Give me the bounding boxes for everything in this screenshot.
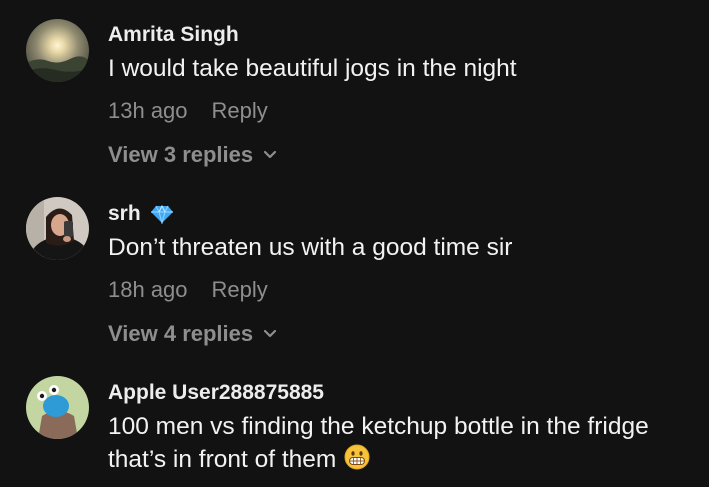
diamond-icon (150, 204, 174, 224)
comment-text: 100 men vs finding the ketchup bottle in… (108, 410, 701, 476)
chevron-down-icon[interactable] (263, 150, 277, 160)
comments-panel: { "comments": [ { "username": "Amrita Si… (0, 0, 709, 487)
view-replies-label[interactable]: View 3 replies (108, 142, 253, 168)
username[interactable]: srh (108, 201, 701, 227)
chevron-down-icon[interactable] (263, 329, 277, 339)
username-label[interactable]: Apple User288875885 (108, 380, 324, 406)
view-replies-button[interactable]: View 4 replies (108, 321, 701, 347)
avatar[interactable] (26, 19, 89, 82)
avatar[interactable] (26, 376, 89, 439)
comment-text: I would take beautiful jogs in the night (108, 55, 517, 82)
username-label[interactable]: srh (108, 201, 141, 227)
reply-button[interactable]: Reply (212, 98, 268, 123)
reply-button[interactable]: Reply (212, 277, 268, 302)
grinning-face-emoji-icon (344, 444, 370, 470)
selfie-photo-avatar (26, 197, 89, 260)
sunset-landscape-avatar (26, 19, 89, 82)
timestamp: 13h ago (108, 98, 188, 123)
timestamp: 18h ago (108, 277, 188, 302)
cartoon-character-avatar (26, 376, 89, 439)
avatar[interactable] (26, 197, 89, 260)
username[interactable]: Apple User288875885 (108, 380, 701, 406)
comment-meta: 13h ago Reply (108, 98, 701, 124)
view-replies-label[interactable]: View 4 replies (108, 321, 253, 347)
comment-text-content: 100 men vs finding the ketchup bottle in… (108, 413, 649, 473)
comment-meta: 18h ago Reply (108, 277, 701, 303)
username-label[interactable]: Amrita Singh (108, 22, 239, 48)
view-replies-button[interactable]: View 3 replies (108, 142, 701, 168)
username[interactable]: Amrita Singh (108, 22, 701, 48)
comment-text: Don’t threaten us with a good time sir (108, 234, 513, 261)
